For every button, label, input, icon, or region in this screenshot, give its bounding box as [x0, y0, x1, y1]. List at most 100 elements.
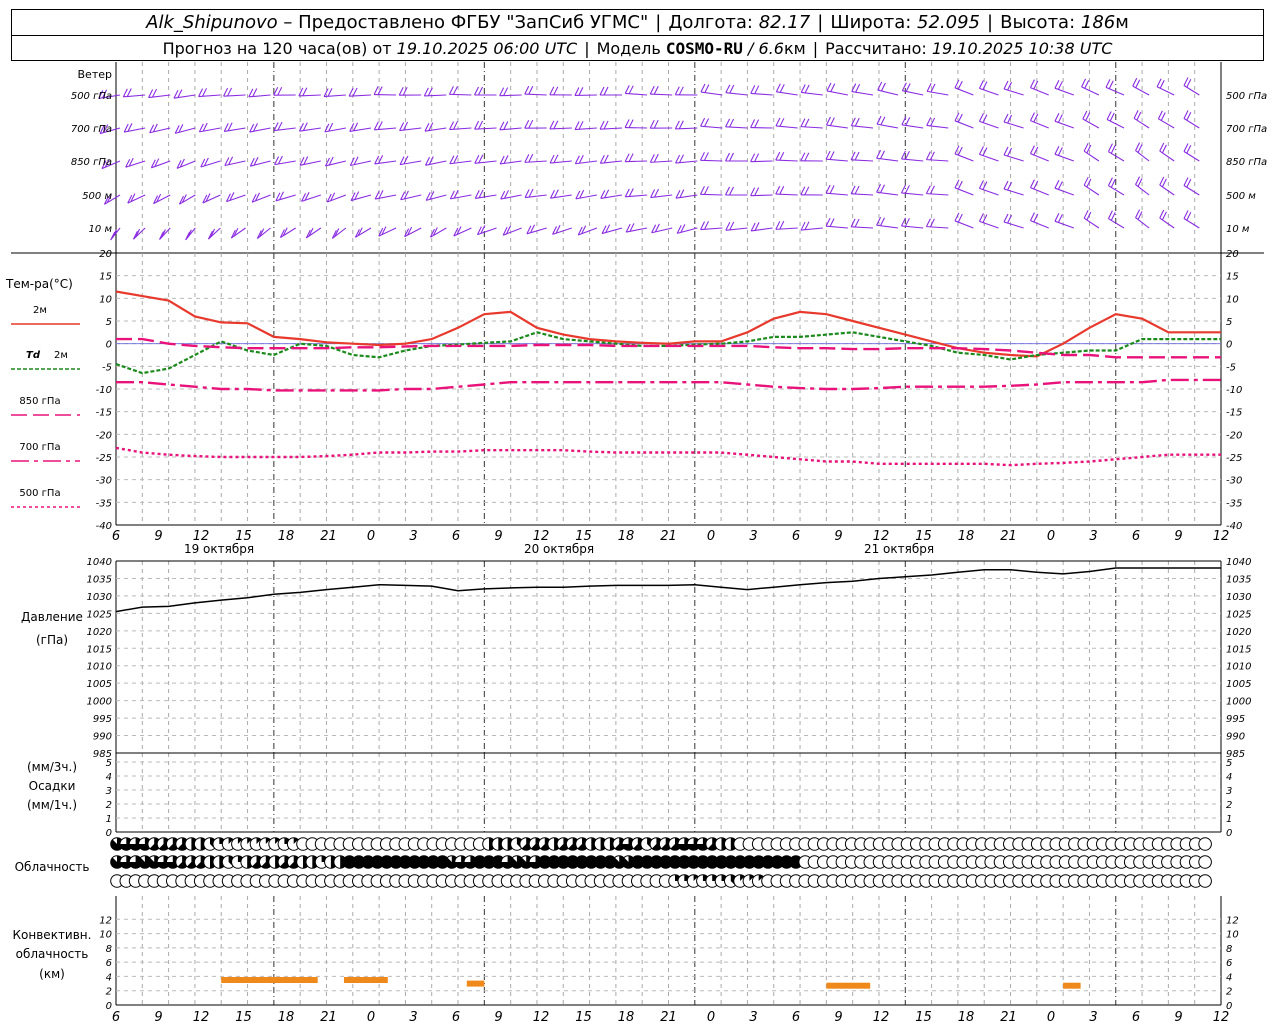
- wind-barb-feather: [1054, 179, 1060, 189]
- wind-barb-staff: [979, 87, 999, 96]
- temp-tick-left: -40: [96, 521, 112, 532]
- temp-tick-right: 10: [1226, 294, 1239, 305]
- wind-barb-feather: [273, 122, 279, 131]
- x-tick-label: 0: [1047, 1010, 1055, 1024]
- wind-barb-feather: [829, 151, 835, 160]
- wind-barb-staff: [750, 92, 773, 96]
- pressure-tick-left: 1010: [87, 662, 112, 673]
- wind-barb-staff: [1054, 87, 1074, 96]
- wind-level-label-right: 700 гПа: [1226, 124, 1267, 135]
- wind-barb-feather: [750, 85, 756, 94]
- wind-barb-staff: [1156, 86, 1175, 96]
- wind-barb-feather: [649, 154, 655, 163]
- conv-tick-right: 12: [1226, 915, 1239, 926]
- wind-barb-feather: [880, 116, 886, 126]
- conv-cloud-bar: [221, 977, 318, 983]
- wind-barb-feather: [675, 154, 681, 164]
- wind-barb-feather: [1110, 179, 1116, 188]
- wind-barb-staff: [626, 227, 648, 233]
- temp-tick-right: -10: [1226, 385, 1242, 396]
- wind-barb-feather: [449, 121, 455, 130]
- wind-barb-staff: [399, 127, 422, 132]
- pressure-tick-right: 1005: [1226, 679, 1251, 690]
- wind-barb-feather: [904, 185, 910, 194]
- wind-barb-staff: [299, 160, 321, 166]
- wind-barb-staff: [851, 193, 874, 196]
- wind-barb-feather: [699, 152, 705, 161]
- x-tick-label: 9: [834, 1010, 842, 1024]
- x-tick-label: 18: [958, 529, 975, 544]
- wind-barb-feather: [549, 120, 555, 130]
- wind-barb-feather: [503, 87, 509, 96]
- wind-barb-staff: [374, 160, 397, 165]
- wind-barb-feather: [804, 152, 810, 162]
- wind-barb-feather: [1029, 179, 1035, 188]
- wind-barb-feather: [674, 86, 680, 96]
- x-tick-label: 15: [915, 1010, 932, 1024]
- wind-barb-feather: [854, 117, 860, 127]
- day-label: 19 октября: [184, 542, 254, 556]
- wind-barb-feather: [1086, 178, 1092, 188]
- wind-barb-feather: [198, 123, 204, 133]
- wind-barb-staff: [725, 126, 748, 129]
- conv-tick-right: 10: [1226, 930, 1239, 941]
- wind-barb-staff: [650, 160, 673, 163]
- wind-level-label: 500 м: [82, 191, 112, 202]
- wind-barb-feather: [800, 84, 806, 93]
- wind-barb-feather: [982, 214, 988, 223]
- pressure-tick-right: 995: [1226, 714, 1245, 725]
- wind-barb-staff: [851, 226, 874, 229]
- wind-barb-staff: [173, 94, 196, 99]
- wind-barb-feather: [223, 123, 229, 132]
- wind-barb-feather: [277, 121, 283, 131]
- wind-barb-feather: [704, 221, 710, 230]
- wind-barb-staff: [600, 194, 623, 199]
- wind-barb-feather: [825, 184, 831, 194]
- wind-barb-staff: [575, 160, 597, 165]
- wind-barb-staff: [750, 160, 773, 163]
- wind-barb-feather: [1003, 213, 1009, 223]
- wind-barb-feather: [775, 221, 781, 230]
- wind-barb-feather: [1003, 146, 1009, 156]
- wind-barb-feather: [398, 86, 404, 96]
- x-tick-label: 21: [320, 529, 337, 544]
- wind-barb-staff: [1105, 86, 1125, 96]
- conv-tick-right: 0: [1226, 1001, 1232, 1012]
- pressure-tick-left: 1035: [87, 574, 112, 585]
- wind-barb-feather: [855, 83, 861, 93]
- wind-barb-staff: [453, 227, 472, 237]
- pressure-tick-right: 1015: [1226, 644, 1251, 655]
- temp-tick-right: 20: [1226, 249, 1239, 260]
- wind-barb-feather: [829, 117, 835, 126]
- wind-barb-staff: [826, 158, 848, 162]
- wind-barb-feather: [528, 119, 534, 129]
- wind-barb-feather: [1186, 144, 1192, 154]
- wind-barb-staff: [725, 227, 748, 231]
- wind-barb-feather: [474, 86, 479, 96]
- precip-tick-right: 1: [1226, 814, 1232, 825]
- wind-barb-staff: [926, 226, 949, 229]
- wind-barb-staff: [575, 127, 597, 131]
- x-tick-label: 9: [834, 529, 842, 544]
- wind-barb-staff: [775, 159, 798, 162]
- temp-tick-right: -20: [1226, 430, 1242, 441]
- wind-barb-feather: [198, 88, 204, 97]
- wind-barb-feather: [575, 190, 581, 200]
- wind-barb-feather: [1054, 112, 1060, 122]
- wind-barb-staff: [249, 127, 271, 133]
- pressure-title: Давление: [21, 610, 83, 624]
- precip-tick-left: 1: [106, 814, 112, 825]
- wind-barb-staff: [979, 120, 999, 129]
- wind-barb-feather: [982, 147, 988, 156]
- wind-barb-staff: [223, 94, 246, 97]
- x-tick-label: 3: [1089, 529, 1097, 544]
- precip-tick-right: 0: [1226, 828, 1232, 839]
- wind-barb-feather: [453, 154, 459, 164]
- wind-barb-feather: [1161, 144, 1167, 154]
- wind-barb-feather: [599, 120, 605, 130]
- wind-barb-feather: [1105, 79, 1111, 88]
- x-tick-label: 3: [1089, 1010, 1097, 1024]
- x-tick-label: 6: [1132, 1010, 1140, 1024]
- wind-barb-feather: [804, 84, 810, 94]
- wind-level-label: 700 гПа: [71, 124, 112, 135]
